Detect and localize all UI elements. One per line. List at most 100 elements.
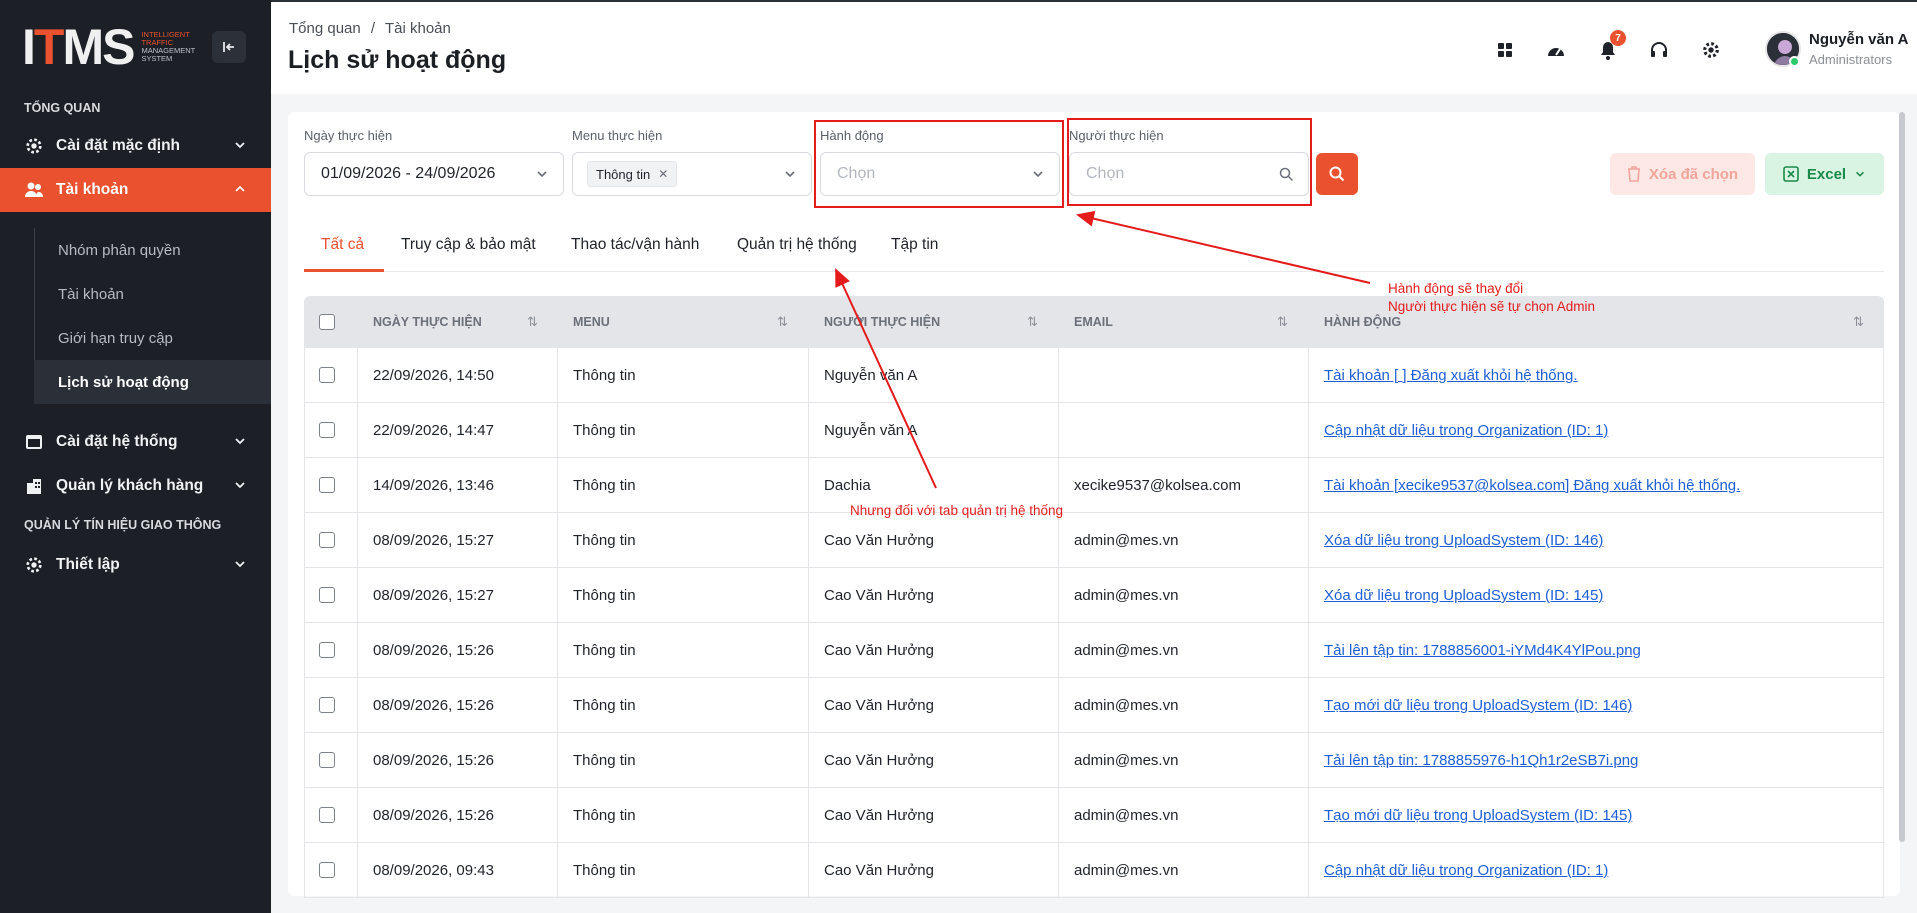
sidebar-subitem-activity-history[interactable]: Lịch sử hoạt động [34, 360, 271, 404]
sort-icon[interactable]: ⇅ [777, 314, 788, 330]
table-row[interactable]: 14/09/2026, 13:46 Thông tin Dachia xecike95… [305, 457, 1883, 512]
menu-selected-chip: Thông tin ✕ [587, 161, 678, 187]
sidebar: ITMS Intelligent Traffic Management Syst… [0, 0, 271, 913]
cell-action[interactable]: Tài khoản [xecike9537@kolsea.com] Đăng x… [1324, 458, 1740, 513]
tab-files[interactable]: Tập tin [891, 236, 938, 254]
table-body: 22/09/2026, 14:50 Thông tin Nguyễn văn A Tà… [305, 347, 1883, 897]
row-checkbox[interactable] [319, 807, 335, 823]
cell-email: xecike9537@kolsea.com [1074, 477, 1241, 494]
tab-access-security[interactable]: Truy cập & bảo mật [401, 236, 536, 254]
sidebar-subitem-accounts[interactable]: Tài khoản [34, 272, 271, 316]
date-range-picker[interactable]: 01/09/2026 - 24/09/2026 [304, 152, 564, 196]
table-row[interactable]: 08/09/2026, 15:27 Thông tin Cao Văn Hưởng a… [305, 512, 1883, 567]
cell-action[interactable]: Tạo mới dữ liệu trong UploadSystem (ID: … [1324, 788, 1632, 843]
row-checkbox[interactable] [319, 367, 335, 383]
cell-action[interactable]: Xóa dữ liệu trong UploadSystem (ID: 145) [1324, 568, 1603, 623]
row-checkbox[interactable] [319, 532, 335, 548]
sort-icon[interactable]: ⇅ [1027, 314, 1038, 330]
apps-grid-icon[interactable] [1491, 36, 1519, 64]
select-all-checkbox[interactable] [319, 314, 335, 330]
delete-selected-button[interactable]: Xóa đã chọn [1610, 153, 1755, 195]
cell-action[interactable]: Tải lên tập tin: 1788856001-iYMd4K4YlPou… [1324, 623, 1641, 678]
cell-action[interactable]: Tải lên tập tin: 1788855976-h1Qh1r2eSB7i… [1324, 733, 1638, 788]
sidebar-item-account[interactable]: Tài khoản [0, 168, 271, 212]
table-row[interactable]: 22/09/2026, 14:50 Thông tin Nguyễn văn A Tà… [305, 347, 1883, 402]
sidebar-item-label: Tài khoản [56, 181, 129, 198]
support-headset-icon[interactable] [1645, 36, 1673, 64]
notification-count-badge: 7 [1610, 30, 1626, 46]
col-divider [557, 403, 558, 457]
chip-remove-icon[interactable]: ✕ [658, 167, 668, 181]
page-scrollbar[interactable] [1899, 112, 1905, 842]
sidebar-item-setup[interactable]: Thiết lập [0, 543, 271, 587]
excel-export-button[interactable]: Excel [1765, 153, 1884, 195]
sort-icon[interactable]: ⇅ [1853, 314, 1864, 330]
col-header-email[interactable]: Email [1074, 297, 1113, 347]
table-row[interactable]: 08/09/2026, 09:43 Thông tin Cao Văn Hưởng a… [305, 842, 1883, 897]
row-checkbox[interactable] [319, 752, 335, 768]
col-divider [1308, 348, 1309, 402]
collapse-left-icon [223, 42, 234, 52]
col-divider [1058, 788, 1059, 842]
dashboard-gauge-icon[interactable] [1542, 36, 1570, 64]
breadcrumb-item-account[interactable]: Tài khoản [385, 20, 451, 37]
user-name[interactable]: Nguyễn văn A [1809, 31, 1908, 48]
notification-bell-icon[interactable]: 7 [1594, 30, 1626, 64]
table-row[interactable]: 08/09/2026, 15:27 Thông tin Cao Văn Hưởng a… [305, 567, 1883, 622]
sidebar-subitem-permission-groups[interactable]: Nhóm phân quyền [34, 228, 271, 272]
table-row[interactable]: 08/09/2026, 15:26 Thông tin Cao Văn Hưởng a… [305, 787, 1883, 842]
table-row[interactable]: 08/09/2026, 15:26 Thông tin Cao Văn Hưởng a… [305, 622, 1883, 677]
sort-icon[interactable]: ⇅ [527, 314, 538, 330]
col-divider [1308, 297, 1309, 347]
row-checkbox[interactable] [319, 422, 335, 438]
col-divider [557, 348, 558, 402]
sidebar-subitem-access-limits[interactable]: Giới hạn truy cập [34, 316, 271, 360]
row-checkbox[interactable] [319, 477, 335, 493]
logo-tagline: Intelligent Traffic Management System [141, 30, 196, 63]
col-header-menu[interactable]: Menu [573, 297, 610, 347]
sidebar-item-customer-management[interactable]: Quản lý khách hàng [0, 464, 271, 508]
col-divider [357, 458, 358, 512]
table-row[interactable]: 22/09/2026, 14:47 Thông tin Nguyễn văn A Cậ… [305, 402, 1883, 457]
annotation-box-action [814, 120, 1064, 208]
app-logo[interactable]: ITMS Intelligent Traffic Management Syst… [22, 22, 196, 72]
row-checkbox[interactable] [319, 587, 335, 603]
collapse-sidebar-button[interactable] [212, 31, 246, 63]
col-header-actor[interactable]: Người thực hiện [824, 297, 940, 347]
row-checkbox[interactable] [319, 862, 335, 878]
col-divider [1308, 733, 1309, 787]
col-header-date[interactable]: Ngày thực hiện [373, 297, 482, 347]
table-row[interactable]: 08/09/2026, 15:26 Thông tin Cao Văn Hưởng a… [305, 677, 1883, 732]
chevron-down-icon [235, 438, 245, 445]
breadcrumb-item-overview[interactable]: Tổng quan [289, 20, 361, 37]
tab-all[interactable]: Tất cả [321, 236, 364, 254]
building-icon [24, 476, 44, 496]
tab-operations[interactable]: Thao tác/vận hành [571, 236, 699, 254]
sidebar-item-label: Cài đặt hệ thống [56, 433, 178, 450]
cell-action[interactable]: Tài khoản [ ] Đăng xuất khỏi hệ thống. [1324, 348, 1578, 403]
tab-system-admin[interactable]: Quản trị hệ thống [737, 236, 857, 254]
col-divider [557, 568, 558, 622]
date-range-value: 01/09/2026 - 24/09/2026 [321, 165, 496, 182]
sort-icon[interactable]: ⇅ [1277, 314, 1288, 330]
cell-date: 08/09/2026, 15:27 [373, 532, 494, 549]
chevron-up-icon [235, 185, 245, 192]
row-checkbox[interactable] [319, 697, 335, 713]
cell-action[interactable]: Xóa dữ liệu trong UploadSystem (ID: 146) [1324, 513, 1603, 568]
settings-gear-icon[interactable] [1697, 36, 1725, 64]
excel-icon [1783, 166, 1799, 182]
cell-action[interactable]: Cập nhật dữ liệu trong Organization (ID:… [1324, 843, 1608, 897]
cell-action[interactable]: Cập nhật dữ liệu trong Organization (ID:… [1324, 403, 1608, 458]
breadcrumb: Tổng quan / Tài khoản [289, 20, 451, 37]
row-checkbox[interactable] [319, 642, 335, 658]
gear-icon [24, 136, 44, 156]
col-divider [1308, 403, 1309, 457]
search-button[interactable] [1316, 153, 1358, 195]
sidebar-item-system-settings[interactable]: Cài đặt hệ thống [0, 420, 271, 464]
cell-email: admin@mes.vn [1074, 642, 1179, 659]
col-divider [557, 513, 558, 567]
cell-action[interactable]: Tạo mới dữ liệu trong UploadSystem (ID: … [1324, 678, 1632, 733]
menu-multiselect[interactable]: Thông tin ✕ [572, 152, 812, 196]
sidebar-item-default-settings[interactable]: Cài đặt mặc định [0, 124, 271, 168]
table-row[interactable]: 08/09/2026, 15:26 Thông tin Cao Văn Hưởng a… [305, 732, 1883, 787]
